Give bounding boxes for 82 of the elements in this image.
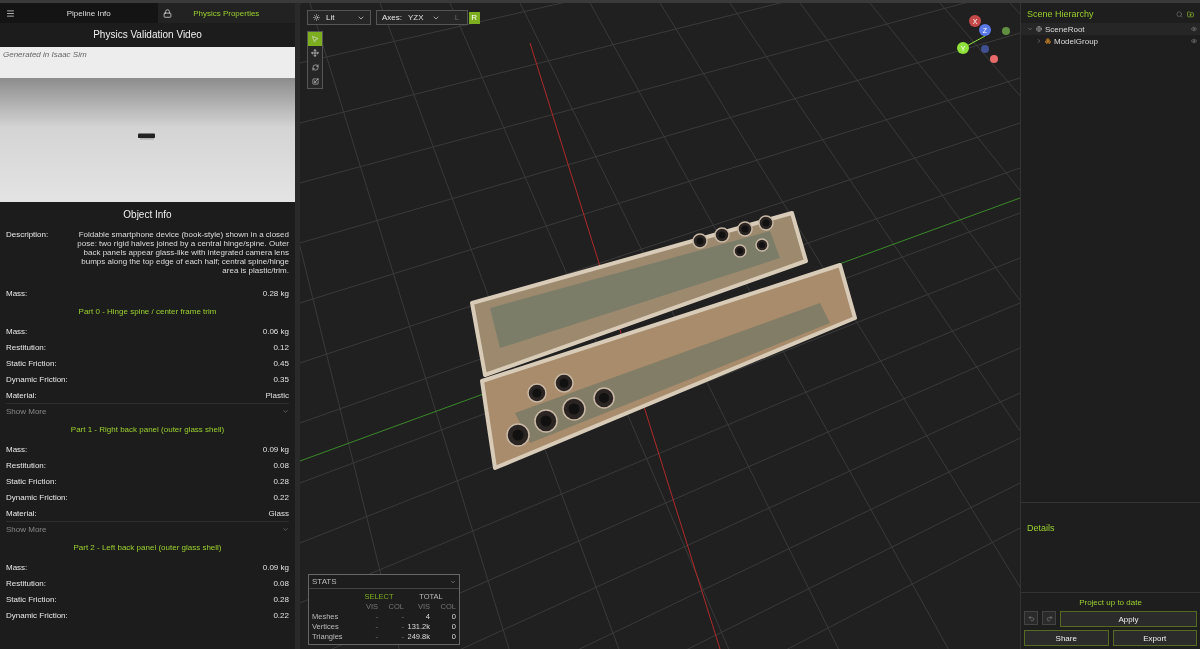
- axis-dot[interactable]: [990, 55, 998, 63]
- property-value: 0.09 kg: [262, 444, 289, 454]
- stats-title: STATS: [312, 577, 337, 586]
- property-value: Glass: [268, 508, 289, 518]
- show-more-toggle[interactable]: Show More: [6, 521, 289, 537]
- property-label: Material:: [6, 508, 37, 518]
- redo-button[interactable]: [1042, 611, 1056, 625]
- chevron-down-icon: [282, 526, 289, 533]
- tool-button[interactable]: [308, 46, 322, 60]
- lock-icon: [162, 8, 172, 18]
- property-value: 0.22: [273, 610, 289, 620]
- eye-icon[interactable]: [1191, 26, 1197, 32]
- part-title: Part 2 - Left back panel (outer glass shell): [72, 542, 223, 554]
- eye-icon[interactable]: [1191, 38, 1197, 44]
- tree-label: SceneRoot: [1045, 24, 1086, 34]
- property-value: 0.08: [273, 578, 289, 588]
- tree-item[interactable]: ModelGroup: [1021, 35, 1200, 47]
- globe-icon: [1036, 26, 1042, 32]
- property-label: Mass:: [6, 444, 28, 454]
- scale-icon: [311, 77, 319, 85]
- search-icon[interactable]: [1176, 10, 1183, 18]
- apply-button[interactable]: Apply: [1060, 611, 1197, 627]
- shading-value: Lit: [326, 13, 336, 22]
- property-label: Mass:: [6, 326, 28, 336]
- property-label: Restitution:: [6, 578, 47, 588]
- panel-title: Scene Hierarchy: [1027, 9, 1094, 19]
- redo-icon: [1045, 614, 1053, 622]
- property-value: 0.28 kg: [262, 288, 289, 298]
- property-value: 0.28: [273, 476, 289, 486]
- share-button[interactable]: Share: [1024, 630, 1109, 646]
- video-title: Physics Validation Video: [92, 28, 203, 42]
- property-label: Restitution:: [6, 460, 47, 470]
- axes-dropdown[interactable]: YZX: [408, 13, 440, 22]
- axis-dot[interactable]: [981, 45, 989, 53]
- property-label: Mass:: [6, 288, 28, 298]
- chevron-down-icon: [282, 408, 289, 415]
- axis-dot[interactable]: [1002, 27, 1010, 35]
- tab[interactable]: Physics Properties: [157, 3, 295, 23]
- folder-plus-icon[interactable]: [1187, 10, 1194, 18]
- status-text: Project up to date: [1078, 597, 1143, 608]
- chevron-down-icon[interactable]: [1027, 26, 1033, 32]
- undo-button[interactable]: [1024, 611, 1038, 625]
- video-caption: Generated in Isaac Sim: [0, 47, 295, 78]
- property-value: 0.08: [273, 460, 289, 470]
- property-label: Material:: [6, 390, 37, 400]
- property-value: 0.12: [273, 342, 289, 352]
- description-text: Foldable smartphone device (book-style) shown in a closed pose: two rigid halves joined by a central hinge/spine. Outer back panels appear glass-like with integrated camera lens bumps along the top edge of each half; central spine/hinge area is plastic/trim.: [76, 230, 289, 275]
- property-label: Static Friction:: [6, 476, 57, 486]
- property-value: 0.06 kg: [262, 326, 289, 336]
- property-label: Description:: [6, 230, 49, 241]
- tree-item[interactable]: SceneRoot: [1021, 23, 1200, 35]
- phone-model-drawing[interactable]: [470, 211, 857, 470]
- property-label: Dynamic Friction:: [6, 610, 68, 620]
- rotate-icon: [311, 63, 319, 71]
- undo-icon: [1027, 614, 1035, 622]
- axes-label: Axes:: [382, 13, 402, 22]
- chevron-down-icon[interactable]: [450, 578, 456, 585]
- panel-title: Details: [1027, 523, 1055, 533]
- show-more-toggle[interactable]: Show More: [6, 403, 289, 419]
- section-title: Object Info: [122, 208, 173, 222]
- tree-label: ModelGroup: [1054, 36, 1100, 46]
- part-title: Part 0 - Hinge spine / center frame trim: [77, 306, 218, 318]
- property-value: 0.35: [273, 374, 289, 384]
- property-label: Dynamic Friction:: [6, 374, 68, 384]
- part-title: Part 1 - Right back panel (outer glass shell): [69, 424, 226, 436]
- export-button[interactable]: Export: [1112, 630, 1197, 646]
- property-label: Static Friction:: [6, 358, 57, 368]
- property-value: 0.28: [273, 594, 289, 604]
- boxes-icon: [1045, 38, 1051, 44]
- sun-icon: [313, 14, 320, 21]
- move-icon: [311, 49, 319, 57]
- property-value: 0.09 kg: [262, 562, 289, 572]
- property-label: Restitution:: [6, 342, 47, 352]
- property-label: Dynamic Friction:: [6, 492, 68, 502]
- property-value: 0.45: [273, 358, 289, 368]
- property-value: 0.22: [273, 492, 289, 502]
- pointer-icon: [311, 35, 319, 43]
- property-label: Mass:: [6, 562, 28, 572]
- chevron-right-icon[interactable]: [1036, 38, 1042, 44]
- shading-dropdown[interactable]: Lit: [307, 10, 371, 25]
- property-value: Plastic: [265, 390, 289, 400]
- property-label: Static Friction:: [6, 594, 57, 604]
